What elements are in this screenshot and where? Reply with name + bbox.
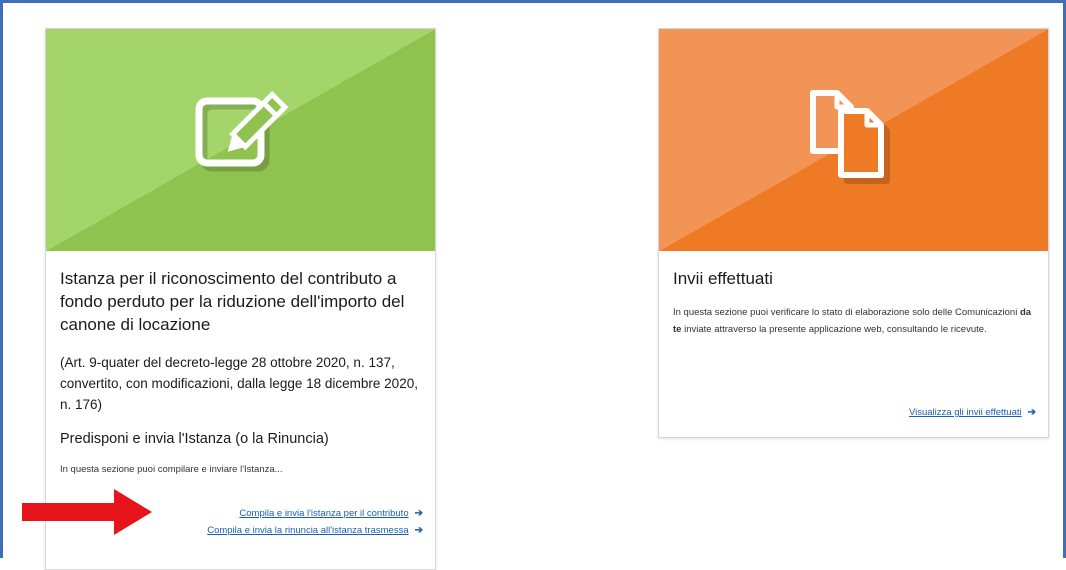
documents-copy-icon [810, 90, 890, 184]
red-arrow-icon [22, 489, 152, 535]
card-istanza-section-title: Predisponi e invia l'Istanza (o la Rinun… [60, 431, 329, 447]
arrow-right-icon: ➔ [1027, 407, 1036, 418]
card-istanza-title: Istanza per il riconoscimento del contri… [60, 269, 405, 334]
compila-rinuncia-link[interactable]: Compila e invia la rinuncia all'istanza … [207, 522, 423, 539]
compila-istanza-link-label: Compila e invia l'istanza per il contrib… [239, 508, 409, 519]
card-invii-title: Invii effettuati [673, 269, 773, 288]
description-text: inviate attraverso la presente applicazi… [681, 324, 987, 335]
visualizza-invii-link-label: Visualizza gli invii effettuati [908, 407, 1022, 418]
card-istanza-hero [46, 29, 435, 251]
card-istanza-subtitle: (Art. 9-quater del decreto-legge 28 otto… [60, 355, 418, 412]
compila-istanza-link[interactable]: Compila e invia l'istanza per il contrib… [207, 505, 423, 522]
arrow-right-icon: ➔ [414, 508, 423, 519]
description-text: In questa sezione puoi verificare lo sta… [673, 307, 1020, 318]
arrow-right-icon: ➔ [414, 525, 423, 536]
card-invii-description: In questa sezione puoi verificare lo sta… [673, 304, 1034, 338]
visualizza-invii-link[interactable]: Visualizza gli invii effettuati ➔ [909, 404, 1036, 421]
card-invii-hero [659, 29, 1048, 251]
compila-rinuncia-link-label: Compila e invia la rinuncia all'istanza … [207, 525, 409, 536]
card-invii-links: Visualizza gli invii effettuati ➔ [909, 404, 1036, 421]
card-istanza-links: Compila e invia l'istanza per il contrib… [207, 505, 423, 539]
card-invii: Invii effettuati In questa sezione puoi … [658, 28, 1049, 438]
edit-document-icon [195, 90, 289, 172]
card-istanza-description: In questa sezione puoi compilare e invia… [60, 464, 283, 475]
